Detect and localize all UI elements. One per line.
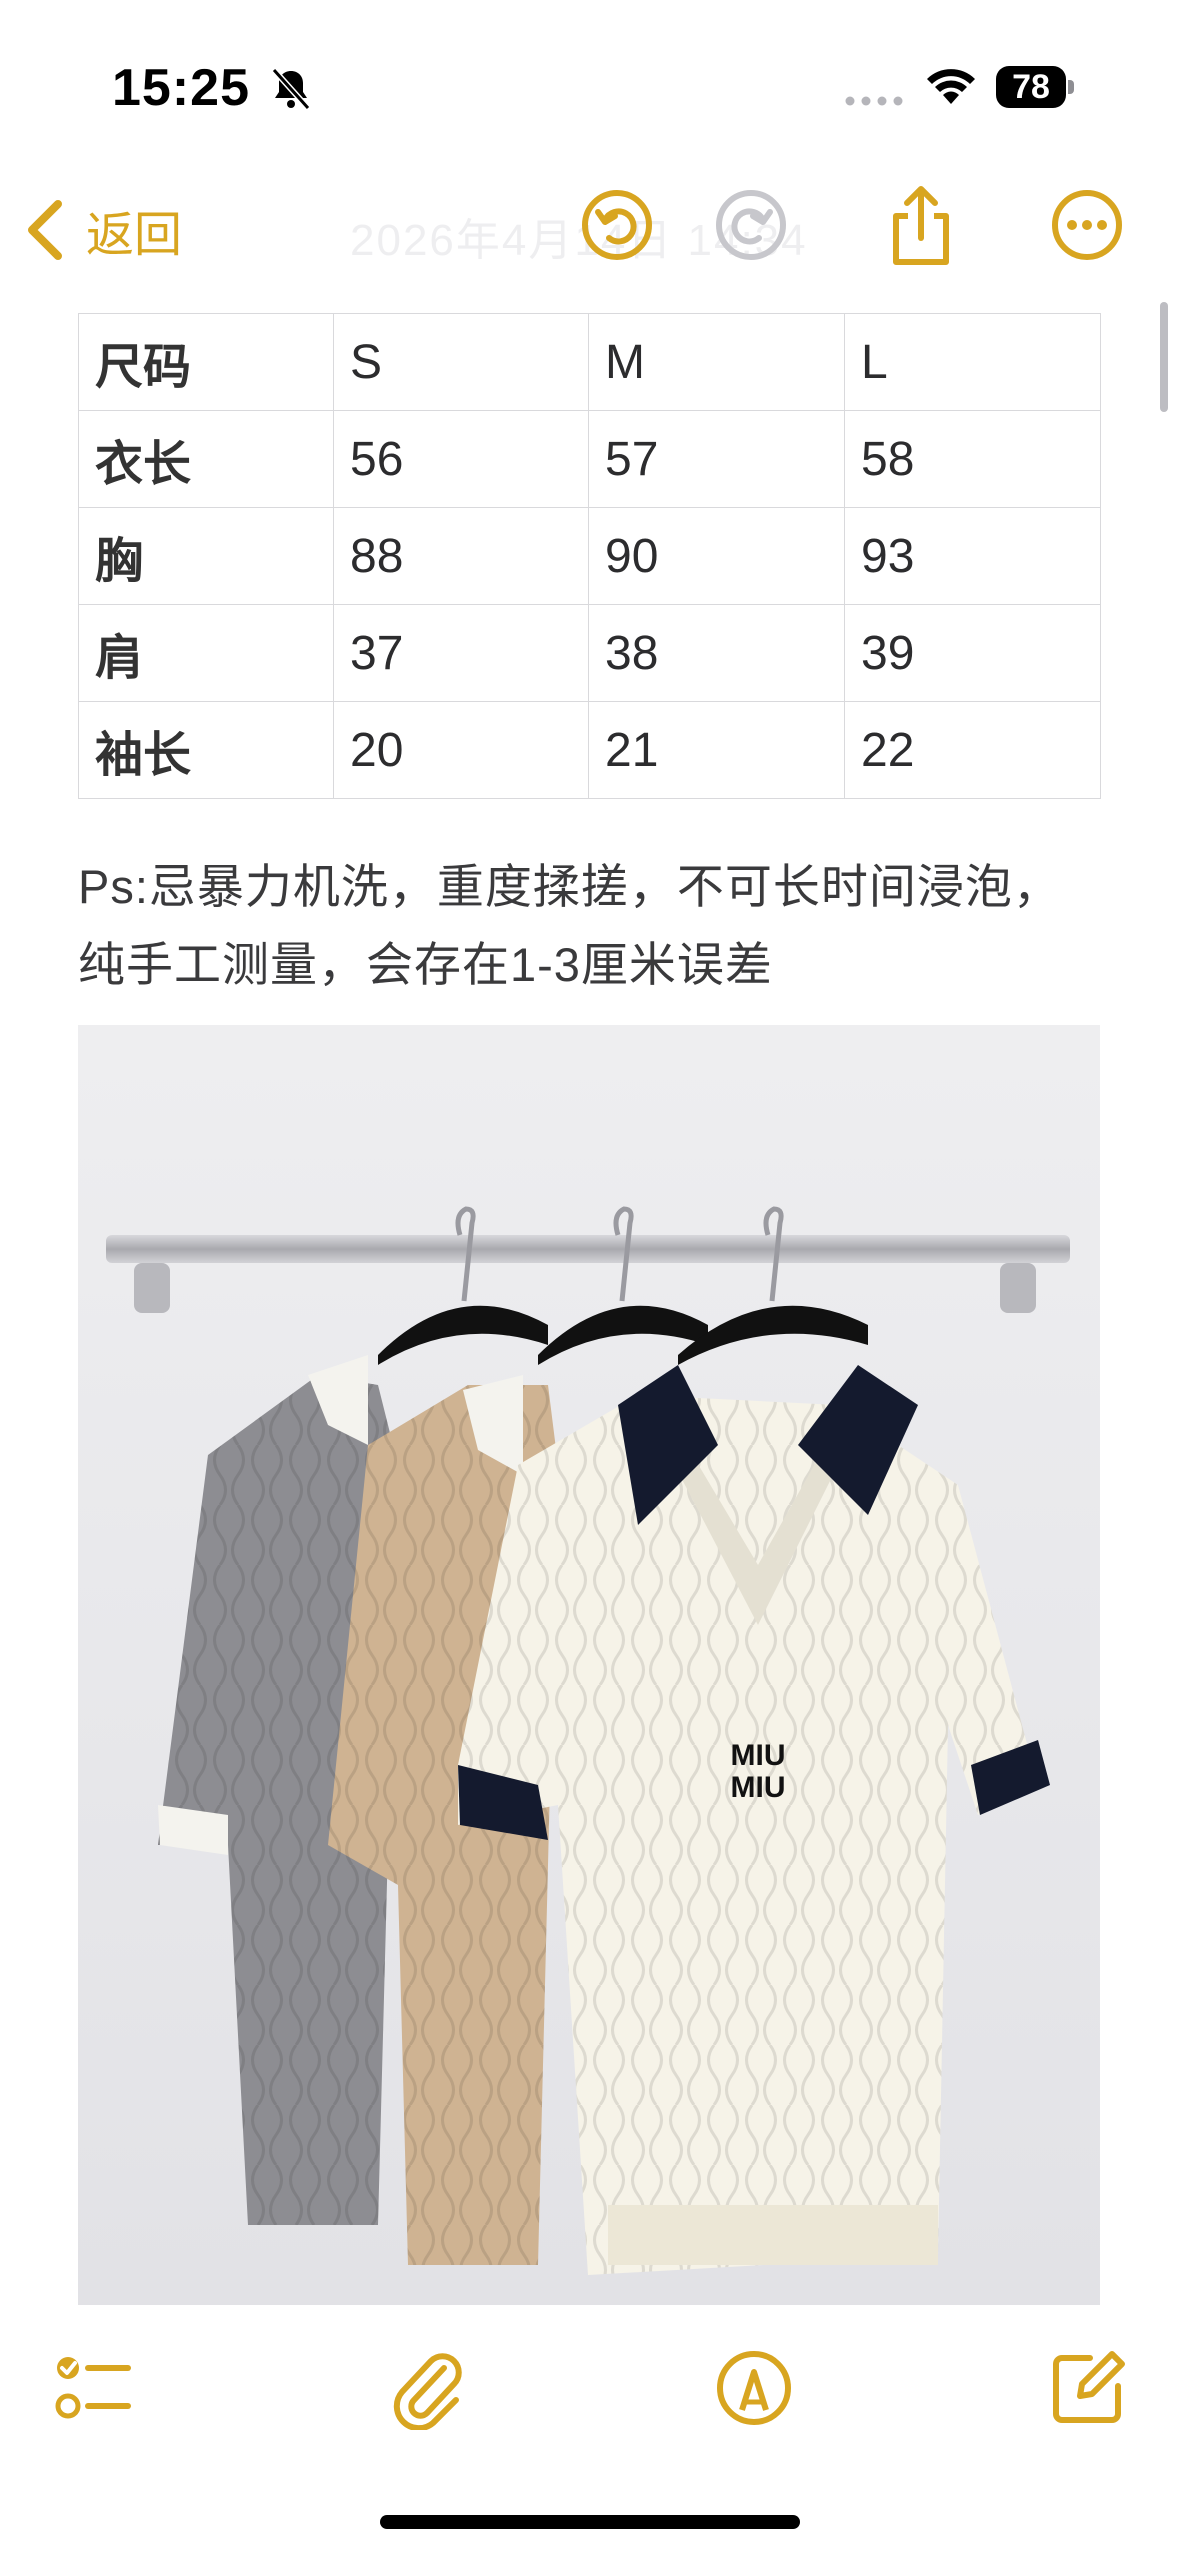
- product-photo[interactable]: MIU MIU: [78, 1025, 1100, 2305]
- attachment-icon[interactable]: [386, 2346, 470, 2430]
- scroll-indicator[interactable]: [1160, 302, 1168, 412]
- table-cell[interactable]: 90: [588, 507, 845, 605]
- table-cell[interactable]: 57: [588, 410, 845, 508]
- share-icon[interactable]: [876, 180, 966, 270]
- more-options-icon[interactable]: [1042, 180, 1132, 270]
- table-cell[interactable]: 尺码: [78, 313, 334, 411]
- table-row: 胸 88 90 93: [78, 507, 1101, 605]
- miu-miu-logo: MIU: [731, 1739, 786, 1772]
- back-button[interactable]: 返回: [24, 190, 182, 270]
- table-cell[interactable]: 58: [844, 410, 1101, 508]
- table-cell[interactable]: 袖长: [78, 701, 334, 799]
- table-cell[interactable]: 21: [588, 701, 845, 799]
- note-text[interactable]: Ps:忌暴力机洗，重度揉搓，不可长时间浸泡，纯手工测量，会存在1-3厘米误差: [78, 848, 1108, 1004]
- wifi-icon: [927, 69, 975, 104]
- table-cell[interactable]: 胸: [78, 507, 334, 605]
- back-label: 返回: [86, 209, 183, 262]
- table-cell[interactable]: S: [333, 313, 589, 411]
- table-row: 衣长 56 57 58: [78, 410, 1101, 508]
- home-indicator[interactable]: [380, 2515, 800, 2529]
- table-header-row: 尺码 S M L: [78, 313, 1101, 411]
- battery-indicator: 78: [996, 66, 1074, 108]
- table-cell[interactable]: 38: [588, 604, 845, 702]
- status-time: 15:25: [112, 59, 250, 117]
- table-row: 肩 37 38 39: [78, 604, 1101, 702]
- table-cell[interactable]: 22: [844, 701, 1101, 799]
- undo-icon[interactable]: [572, 180, 662, 270]
- table-cell[interactable]: M: [588, 313, 845, 411]
- battery-level: 78: [1012, 68, 1050, 106]
- table-cell[interactable]: L: [844, 313, 1101, 411]
- table-cell[interactable]: 衣长: [78, 410, 334, 508]
- table-cell[interactable]: 37: [333, 604, 589, 702]
- table-cell[interactable]: 88: [333, 507, 589, 605]
- table-cell[interactable]: 93: [844, 507, 1101, 605]
- table-row: 袖长 20 21 22: [78, 701, 1101, 799]
- hanger-rail: [106, 1235, 1070, 1263]
- size-table: 尺码 S M L 衣长 56 57 58 胸 88 90 93 肩 37 38 …: [78, 313, 1101, 799]
- table-cell[interactable]: 39: [844, 604, 1101, 702]
- compose-icon[interactable]: [1046, 2346, 1130, 2430]
- markup-icon[interactable]: [712, 2346, 796, 2430]
- sweaters-illustration: MIU MIU: [78, 1025, 1100, 2305]
- checklist-icon[interactable]: [52, 2346, 136, 2430]
- redo-icon[interactable]: [706, 180, 796, 270]
- table-cell[interactable]: 20: [333, 701, 589, 799]
- table-cell[interactable]: 肩: [78, 604, 334, 702]
- svg-text:MIU: MIU: [731, 1771, 786, 1804]
- table-cell[interactable]: 56: [333, 410, 589, 508]
- signal-dots-icon: [845, 96, 903, 106]
- bell-slash-icon: [271, 67, 311, 111]
- chevron-left-icon: [28, 200, 62, 260]
